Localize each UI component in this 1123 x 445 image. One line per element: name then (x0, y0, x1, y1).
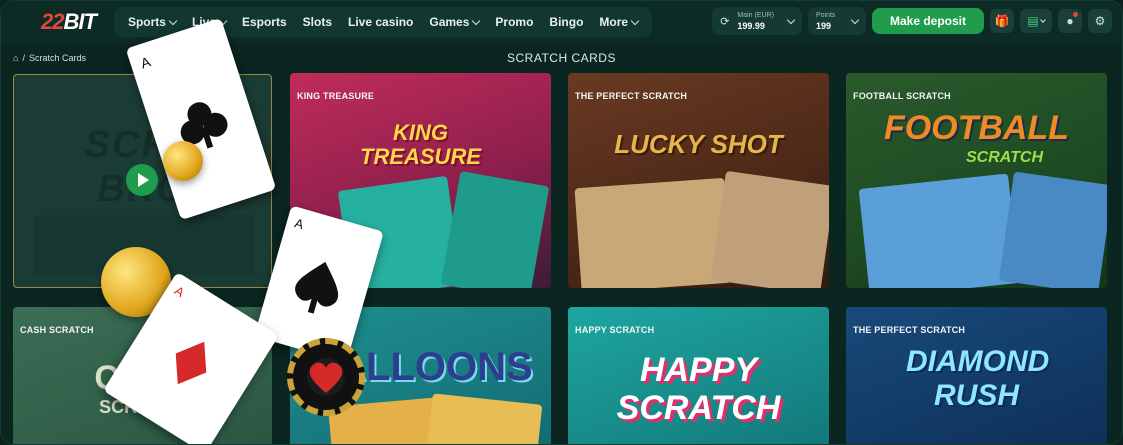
tile-art-text: KING TREASURE (360, 120, 482, 169)
tile-title: FOOTBALL SCRATCH (853, 91, 951, 101)
ticket-graphic (574, 177, 732, 288)
app-frame: 22 BIT Sports Live Esports Slots Live ca… (0, 0, 1123, 445)
notification-dot (1073, 12, 1078, 17)
play-button[interactable] (126, 164, 158, 196)
nav-label: Promo (495, 15, 534, 29)
tile-art-text: HAPPY SCRATCH (616, 351, 781, 427)
poker-chip-icon (287, 338, 365, 416)
nav-item-bingo[interactable]: Bingo (541, 15, 591, 29)
tile-title: KING TREASURE (297, 91, 375, 101)
ticket-graphic (998, 171, 1107, 288)
wallet-icon: ▤ (1027, 14, 1039, 28)
nav-label: Sports (127, 15, 166, 29)
logo-number: 22 (41, 9, 65, 34)
nav-item-more[interactable]: More (591, 15, 646, 29)
points-value: 199 (815, 21, 831, 31)
nav-label: Live casino (348, 15, 414, 29)
points-label: Points (815, 12, 836, 19)
user-icon: ● (1066, 14, 1074, 28)
nav-label: Slots (302, 15, 332, 29)
tile-title: THE PERFECT SCRATCH (853, 325, 966, 335)
tile-title: THE PERFECT SCRATCH (575, 91, 688, 101)
make-deposit-button[interactable]: Make deposit (871, 8, 984, 34)
nav-item-promo[interactable]: Promo (487, 15, 541, 29)
game-tile-football-scratch[interactable]: FOOTBALL SCRATCH FOOTBALL SCRATCH (846, 73, 1107, 288)
settings-button[interactable]: ⚙ (1088, 9, 1112, 33)
nav-label: More (599, 15, 629, 29)
chevron-down-icon (472, 16, 481, 25)
nav-label: Games (429, 15, 470, 29)
chevron-down-icon (1039, 16, 1046, 23)
main-balance-value: 199.99 (737, 21, 765, 31)
nav-item-esports[interactable]: Esports (234, 15, 295, 29)
tile-title: CASH SCRATCH (20, 325, 94, 335)
game-tile-happy-scratch[interactable]: HAPPY SCRATCH HAPPY SCRATCH (568, 307, 829, 444)
nav-item-games[interactable]: Games (421, 15, 487, 29)
nav-item-live-casino[interactable]: Live casino (340, 15, 421, 29)
heart-icon (309, 362, 343, 393)
nav-label: Esports (241, 15, 287, 29)
chevron-down-icon (630, 16, 640, 25)
svg-text:A: A (139, 53, 153, 71)
header-actions: ⟳ Main (EUR) 199.99 Points 199 Make depo… (712, 7, 1112, 35)
gift-button[interactable]: 🎁 (990, 9, 1014, 33)
nav-item-slots[interactable]: Slots (295, 15, 340, 29)
game-tile-diamond-rush[interactable]: THE PERFECT SCRATCH DIAMOND RUSH (846, 307, 1107, 444)
tile-art-text: DIAMOND RUSH (906, 345, 1050, 412)
gift-icon: 🎁 (994, 14, 1010, 28)
chevron-down-icon (850, 15, 860, 24)
main-balance-label: Main (EUR) (737, 12, 774, 19)
chevron-down-icon (168, 16, 178, 25)
ticket-graphic (440, 171, 550, 288)
nav-item-sports[interactable]: Sports (120, 15, 184, 29)
brand-logo[interactable]: 22 BIT (41, 9, 97, 35)
points-selector[interactable]: Points 199 (807, 7, 866, 35)
wallet-menu-button[interactable]: ▤ (1020, 9, 1052, 33)
tile-art-text: LUCKY SHOT (614, 129, 783, 159)
tile-title: HAPPY SCRATCH (575, 325, 655, 335)
ticket-graphic (427, 393, 543, 444)
svg-text:A: A (293, 215, 306, 232)
game-tile-lucky-shot[interactable]: THE PERFECT SCRATCH LUCKY SHOT (568, 73, 829, 288)
svg-text:A: A (172, 283, 188, 300)
nav-label: Bingo (549, 15, 584, 29)
profile-button[interactable]: ● (1058, 9, 1082, 33)
gold-coin-icon (163, 141, 203, 181)
chevron-down-icon (786, 15, 796, 24)
refresh-icon[interactable]: ⟳ (720, 15, 729, 28)
tile-art-text: FOOTBALL (883, 109, 1070, 147)
tile-art-subtext: SCRATCH (966, 149, 1044, 166)
main-balance-selector[interactable]: ⟳ Main (EUR) 199.99 (712, 7, 802, 35)
ticket-graphic (710, 170, 829, 288)
gear-icon: ⚙ (1094, 14, 1106, 28)
logo-text: BIT (63, 9, 96, 34)
ticket-graphic (858, 173, 1020, 288)
